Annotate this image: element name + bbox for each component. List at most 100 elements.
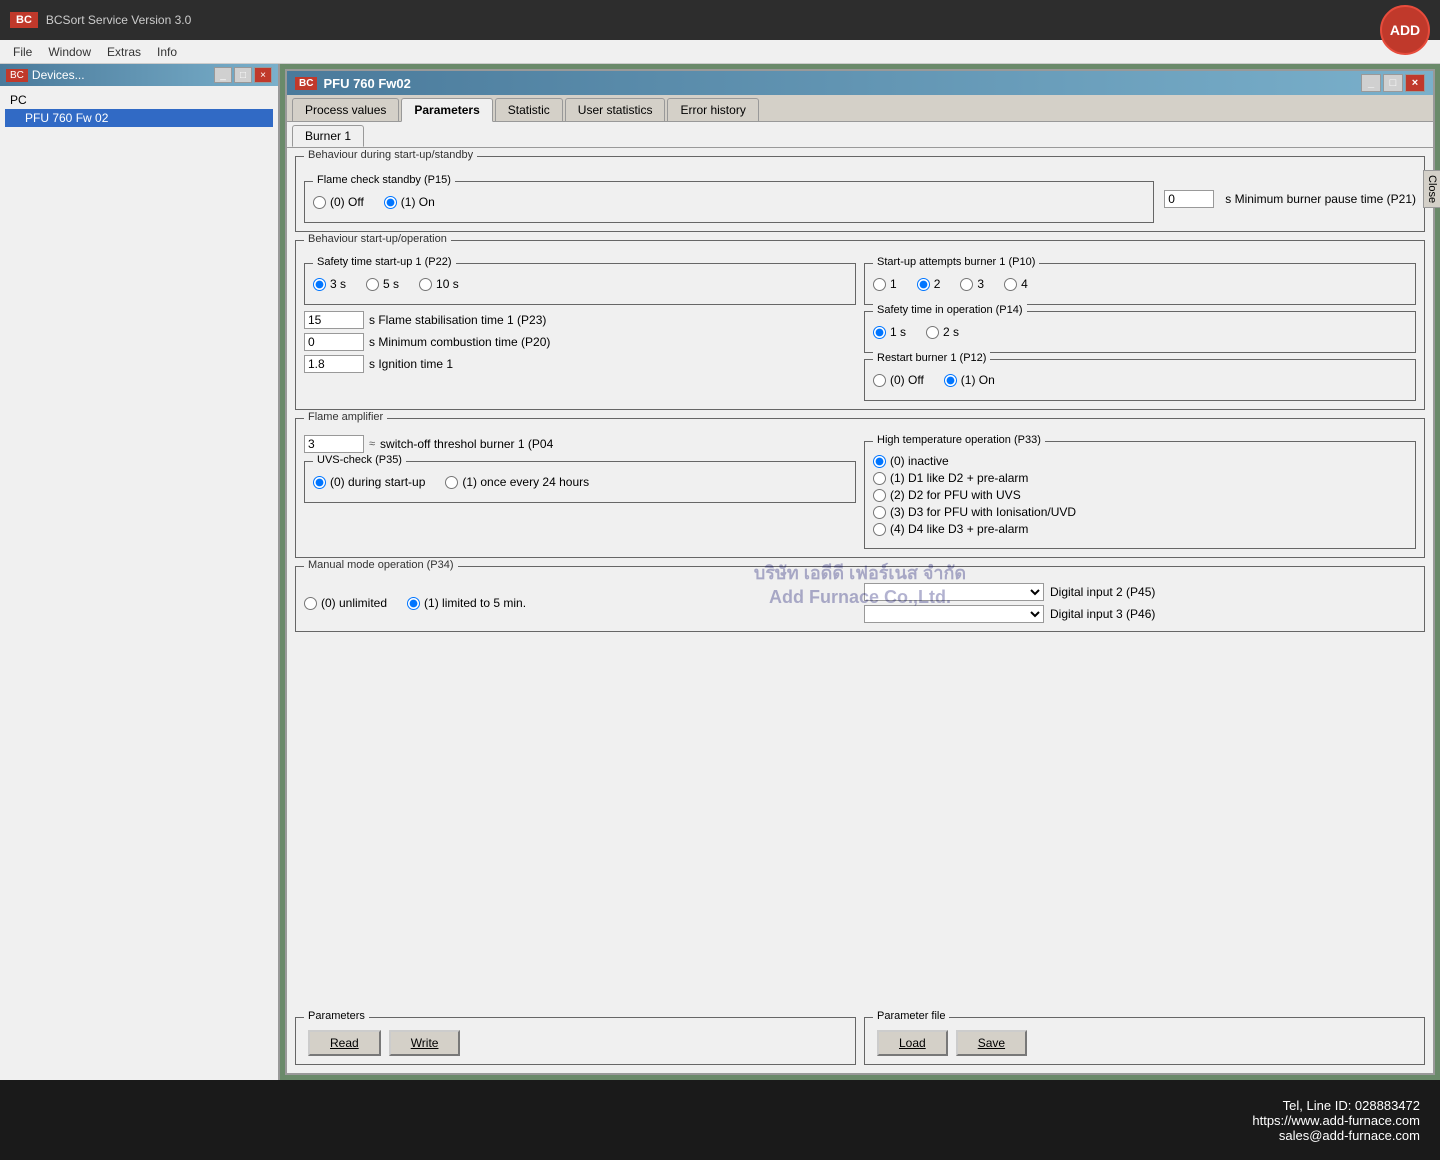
uvs-startup-option[interactable]: (0) during start-up	[313, 475, 425, 489]
flame-stabilisation-label: s Flame stabilisation time 1 (P23)	[369, 313, 546, 327]
attempts-2-option[interactable]: 2	[917, 277, 941, 291]
parameters-group-title: Parameters	[304, 1010, 369, 1022]
tab-user-statistics[interactable]: User statistics	[565, 98, 666, 121]
tab-statistic[interactable]: Statistic	[495, 98, 563, 121]
pfu-minimize-button[interactable]: _	[1361, 74, 1381, 92]
flame-stabilisation-input[interactable]	[304, 311, 364, 329]
footer-email: sales@add-furnace.com	[20, 1128, 1420, 1143]
add-company-logo: ADD	[1380, 5, 1430, 55]
uvs-check-group: UVS-check (P35) (0) during start-up (1) …	[304, 461, 856, 503]
device-tree: PC PFU 760 Fw 02	[0, 86, 278, 1080]
high-temp-0-option[interactable]: (0) inactive	[873, 454, 1407, 468]
manual-unlimited-option[interactable]: (0) unlimited	[304, 596, 387, 610]
devices-minimize-button[interactable]: _	[214, 67, 232, 83]
file-buttons: Load Save	[877, 1030, 1412, 1056]
uvs-check-title: UVS-check (P35)	[313, 454, 406, 466]
min-combustion-label: s Minimum combustion time (P20)	[369, 335, 550, 349]
tab-parameters[interactable]: Parameters	[401, 98, 492, 122]
min-combustion-input[interactable]	[304, 333, 364, 351]
high-temp-group: High temperature operation (P33) (0) ina…	[864, 441, 1416, 549]
digital-inputs: Digital input 2 (P45) Digital input 3 (P…	[864, 583, 1416, 623]
high-temp-1-option[interactable]: (1) D1 like D2 + pre-alarm	[873, 471, 1407, 485]
switch-off-icon: ≈	[369, 438, 375, 450]
flame-check-on-option[interactable]: (1) On	[384, 195, 435, 209]
app-title: BCSort Service Version 3.0	[46, 13, 191, 27]
menu-bar: File Window Extras Info	[0, 40, 1440, 64]
pfu-titlebar: BC PFU 760 Fw02 _ □ ×	[287, 71, 1433, 95]
high-temp-title: High temperature operation (P33)	[873, 434, 1045, 446]
digital-input3-select[interactable]	[864, 605, 1044, 623]
switch-off-threshold-input[interactable]	[304, 435, 364, 453]
high-temp-3-option[interactable]: (3) D3 for PFU with Ionisation/UVD	[873, 505, 1407, 519]
menu-extras[interactable]: Extras	[99, 43, 149, 61]
parameters-group: Parameters Read Write	[295, 1017, 856, 1065]
digital-input2-label: Digital input 2 (P45)	[1050, 585, 1155, 599]
safety-3s-option[interactable]: 3 s	[313, 277, 346, 291]
high-temp-2-option[interactable]: (2) D2 for PFU with UVS	[873, 488, 1407, 502]
restart-burner-options: (0) Off (1) On	[873, 368, 1407, 392]
startup-attempts-group: Start-up attempts burner 1 (P10) 1 2	[864, 263, 1416, 305]
ignition-time-label: s Ignition time 1	[369, 357, 453, 371]
tab-process-values[interactable]: Process values	[292, 98, 399, 121]
startup-attempts-options: 1 2 3	[873, 272, 1407, 296]
pfu-restore-button[interactable]: □	[1383, 74, 1403, 92]
read-button[interactable]: Read	[308, 1030, 381, 1056]
devices-panel-title: Devices...	[32, 68, 85, 82]
high-temp-4-option[interactable]: (4) D4 like D3 + pre-alarm	[873, 522, 1407, 536]
bottom-bar: Parameters Read Write Parameter file Loa…	[295, 1017, 1425, 1065]
pfu-window: BC PFU 760 Fw02 _ □ × Process values Par…	[285, 69, 1435, 1075]
tree-item-pfu[interactable]: PFU 760 Fw 02	[5, 109, 273, 127]
manual-mode-options: (0) unlimited (1) limited to 5 min.	[304, 591, 856, 615]
min-pause-time-container: s Minimum burner pause time (P21)	[1164, 190, 1416, 208]
save-button[interactable]: Save	[956, 1030, 1027, 1056]
flame-check-off-option[interactable]: (0) Off	[313, 195, 364, 209]
devices-close-button[interactable]: ×	[254, 67, 272, 83]
pfu-window-title: PFU 760 Fw02	[323, 76, 410, 91]
load-button[interactable]: Load	[877, 1030, 948, 1056]
devices-restore-button[interactable]: □	[234, 67, 252, 83]
sub-tab-burner1[interactable]: Burner 1	[292, 125, 364, 147]
safety-op-1s-option[interactable]: 1 s	[873, 325, 906, 339]
flame-check-options: (0) Off (1) On	[313, 190, 1145, 214]
side-close-button[interactable]: Close	[1423, 170, 1440, 208]
tree-item-pc[interactable]: PC	[5, 91, 273, 109]
uvs-check-options: (0) during start-up (1) once every 24 ho…	[313, 470, 847, 494]
menu-file[interactable]: File	[5, 43, 40, 61]
right-panel: BC PFU 760 Fw02 _ □ × Process values Par…	[280, 64, 1440, 1080]
pfu-close-button[interactable]: ×	[1405, 74, 1425, 92]
flame-check-title: Flame check standby (P15)	[313, 174, 455, 186]
menu-info[interactable]: Info	[149, 43, 185, 61]
startup-attempts-title: Start-up attempts burner 1 (P10)	[873, 256, 1039, 268]
behaviour-startup-standby-title: Behaviour during start-up/standby	[304, 149, 477, 161]
safety-operation-group: Safety time in operation (P14) 1 s 2 s	[864, 311, 1416, 353]
attempts-3-option[interactable]: 3	[960, 277, 984, 291]
safety-10s-option[interactable]: 10 s	[419, 277, 459, 291]
devices-panel: BC Devices... _ □ × PC PFU 760 Fw 02	[0, 64, 280, 1080]
behaviour-startup-operation-title: Behaviour start-up/operation	[304, 233, 451, 245]
bottom-section: Parameters Read Write Parameter file Loa…	[287, 1017, 1433, 1073]
parameter-file-title: Parameter file	[873, 1010, 949, 1022]
sub-tabs: Burner 1	[287, 122, 1433, 148]
safety-time-title: Safety time start-up 1 (P22)	[313, 256, 456, 268]
restart-off-option[interactable]: (0) Off	[873, 373, 924, 387]
uvs-24h-option[interactable]: (1) once every 24 hours	[445, 475, 589, 489]
min-pause-time-input[interactable]	[1164, 190, 1214, 208]
safety-time-options: 3 s 5 s 10 s	[313, 272, 847, 296]
safety-operation-title: Safety time in operation (P14)	[873, 304, 1027, 316]
restart-on-option[interactable]: (1) On	[944, 373, 995, 387]
menu-window[interactable]: Window	[40, 43, 99, 61]
manual-mode-group: Manual mode operation (P34) (0) unlimite…	[295, 566, 1425, 632]
safety-operation-options: 1 s 2 s	[873, 320, 1407, 344]
manual-limited-option[interactable]: (1) limited to 5 min.	[407, 596, 526, 610]
main-tabs: Process values Parameters Statistic User…	[287, 95, 1433, 122]
parameter-file-group: Parameter file Load Save	[864, 1017, 1425, 1065]
write-button[interactable]: Write	[389, 1030, 461, 1056]
safety-5s-option[interactable]: 5 s	[366, 277, 399, 291]
attempts-1-option[interactable]: 1	[873, 277, 897, 291]
tab-error-history[interactable]: Error history	[667, 98, 758, 121]
attempts-4-option[interactable]: 4	[1004, 277, 1028, 291]
behaviour-startup-operation-group: Behaviour start-up/operation Safety time…	[295, 240, 1425, 410]
ignition-time-input[interactable]	[304, 355, 364, 373]
digital-input2-select[interactable]	[864, 583, 1044, 601]
safety-op-2s-option[interactable]: 2 s	[926, 325, 959, 339]
